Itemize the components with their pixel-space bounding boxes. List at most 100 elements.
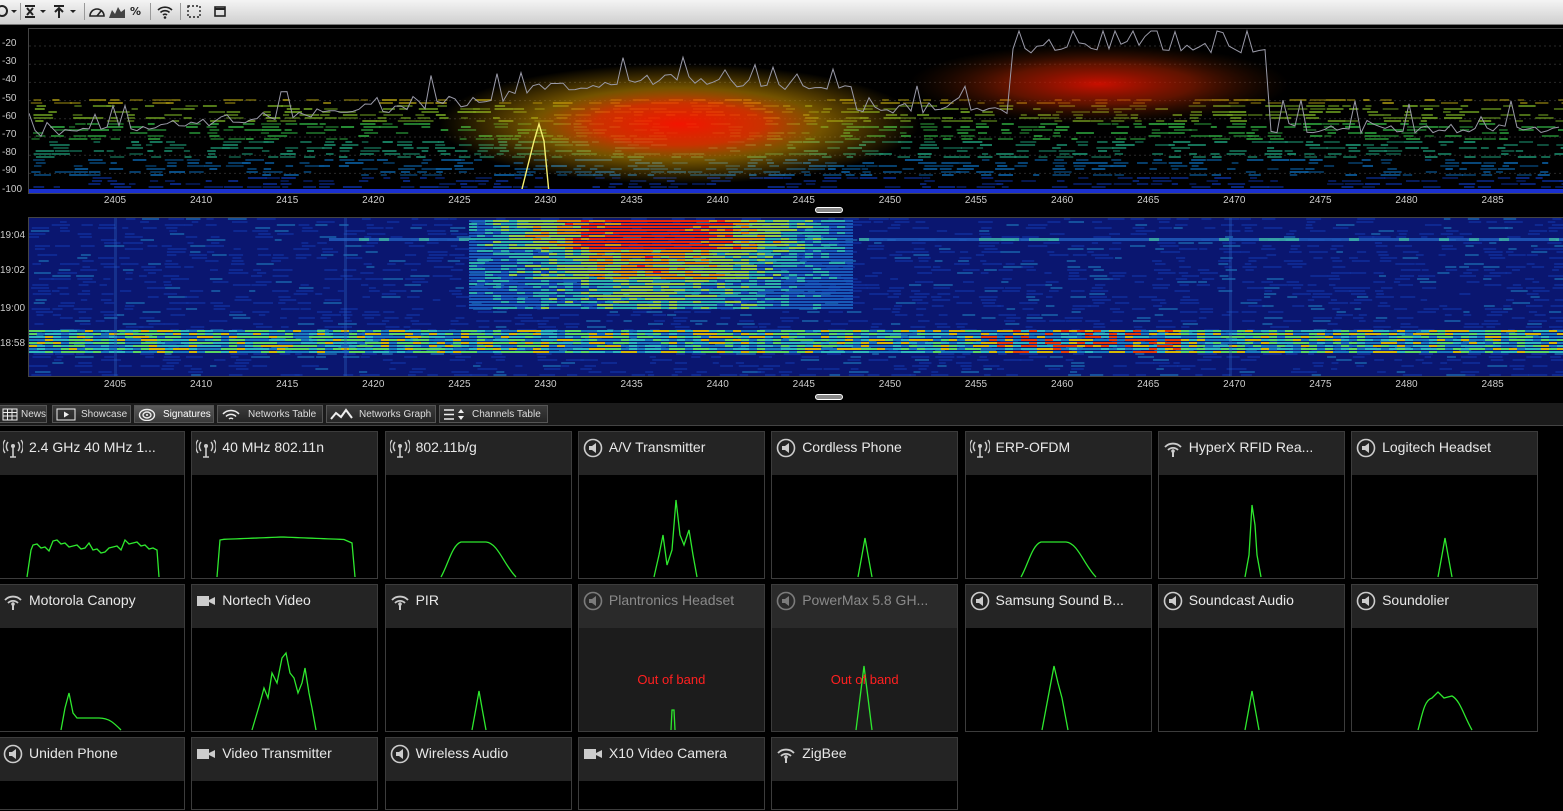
waterfall-cell xyxy=(589,241,597,243)
waterfall-cell xyxy=(677,333,685,335)
waterfall-cell xyxy=(939,238,949,241)
waterfall-cell xyxy=(1259,238,1269,241)
waterfall-cell xyxy=(140,365,160,367)
scroll-dropdown-icon[interactable] xyxy=(0,3,18,20)
waterfall-cell xyxy=(140,239,154,241)
waterfall-cell xyxy=(493,250,501,252)
window-icon[interactable] xyxy=(212,3,228,20)
waterfall-cell xyxy=(725,232,733,234)
waterfall-cell xyxy=(565,259,573,261)
waterfall-cell xyxy=(733,250,741,252)
density-cell xyxy=(1341,180,1362,182)
waterfall-cell xyxy=(629,330,637,332)
waterfall-cell xyxy=(345,230,366,232)
waterfall-cell xyxy=(605,223,613,225)
waterfall-cell xyxy=(1312,362,1324,364)
wifi-icon[interactable] xyxy=(156,3,174,20)
waterfall-cell xyxy=(477,283,485,285)
waterfall-cell xyxy=(629,244,637,246)
waterfall-cell xyxy=(709,265,717,267)
waterfall-cell xyxy=(533,280,541,282)
waterfall-cell xyxy=(456,296,471,298)
waterfall-cell xyxy=(894,221,910,223)
density-cell xyxy=(1270,180,1278,182)
waterfall-cell xyxy=(295,353,302,355)
waterfall-cell xyxy=(725,271,733,273)
waterfall-cell xyxy=(95,320,105,322)
waterfall-cell xyxy=(685,226,693,228)
waterfall-cell xyxy=(813,238,821,240)
waterfall-cell xyxy=(1463,311,1470,313)
waterfall-cell xyxy=(1009,238,1019,241)
waterfall-cell xyxy=(813,229,821,231)
waterfall-cell xyxy=(1160,374,1179,376)
density-cell xyxy=(1480,147,1489,149)
waterfall-cell xyxy=(605,283,613,285)
waterfall-cell xyxy=(493,223,501,225)
waterfall-cell xyxy=(1462,362,1481,364)
waterfall-cell xyxy=(717,265,725,267)
waterfall-cell xyxy=(235,296,249,298)
max-hold-dropdown-icon[interactable] xyxy=(23,3,49,20)
density-cell xyxy=(280,132,298,134)
waterfall-cell xyxy=(449,359,466,361)
waterfall-cell xyxy=(629,295,637,297)
density-cell xyxy=(918,162,937,164)
density-cell xyxy=(185,105,199,107)
density-cell xyxy=(421,111,439,113)
waterfall-cell xyxy=(962,368,972,370)
density-cell xyxy=(1284,141,1304,143)
waterfall-cell xyxy=(613,259,621,261)
density-cell xyxy=(1206,159,1222,161)
waterfall-cell xyxy=(765,304,773,306)
waterfall-cell xyxy=(789,289,797,291)
waterfall-cell xyxy=(1329,284,1336,286)
waterfall-cell xyxy=(853,330,861,332)
percent-button[interactable]: % xyxy=(130,3,144,20)
selection-icon[interactable] xyxy=(186,3,202,20)
waterfall-cell xyxy=(797,256,805,258)
waterfall-cell xyxy=(1306,218,1322,220)
density-cell xyxy=(1384,147,1399,149)
waterfall-cell xyxy=(1154,314,1164,316)
waterfall-cell xyxy=(473,365,481,367)
density-cell xyxy=(90,129,109,131)
spectrum-density-chart[interactable] xyxy=(28,28,1563,194)
spectrum-y-label: -100 xyxy=(2,183,23,195)
waterfall-cell xyxy=(653,271,661,273)
waterfall-cell xyxy=(789,250,797,252)
waterfall-cell xyxy=(565,301,573,303)
peak-dropdown-icon[interactable] xyxy=(52,3,80,20)
waterfall-cell xyxy=(637,247,645,249)
density-cell xyxy=(307,150,314,152)
waterfall-chart[interactable] xyxy=(28,217,1563,377)
waterfall-cell xyxy=(733,280,741,282)
waterfall-cell xyxy=(469,229,477,231)
waterfall-cell xyxy=(557,238,565,240)
waterfall-cell xyxy=(501,238,509,240)
density-cell xyxy=(1497,177,1511,179)
waterfall-cell xyxy=(837,232,845,234)
waterfall-cell xyxy=(210,302,223,304)
waterfall-cell xyxy=(733,274,741,276)
waterfall-cell xyxy=(709,283,717,285)
waterfall-cell xyxy=(469,277,477,279)
density-cell xyxy=(1171,183,1178,185)
density-cell xyxy=(384,153,401,155)
waterfall-cell xyxy=(781,268,789,270)
waterfall-cell xyxy=(1351,260,1370,262)
gauge-icon[interactable] xyxy=(88,3,106,20)
density-chart-icon[interactable] xyxy=(108,3,126,20)
waterfall-cell xyxy=(1089,296,1107,298)
waterfall-cell xyxy=(813,253,821,255)
waterfall-cell xyxy=(189,254,207,256)
density-cell xyxy=(822,180,837,182)
waterfall-cell xyxy=(637,235,645,237)
density-cell xyxy=(1211,174,1222,176)
waterfall-cell xyxy=(837,289,845,291)
waterfall-cell xyxy=(781,289,789,291)
waterfall-cell xyxy=(637,253,645,255)
spectrum-y-label: -40 xyxy=(2,74,17,86)
density-cell xyxy=(1501,150,1515,152)
spectrum-resize-handle[interactable] xyxy=(815,207,843,213)
